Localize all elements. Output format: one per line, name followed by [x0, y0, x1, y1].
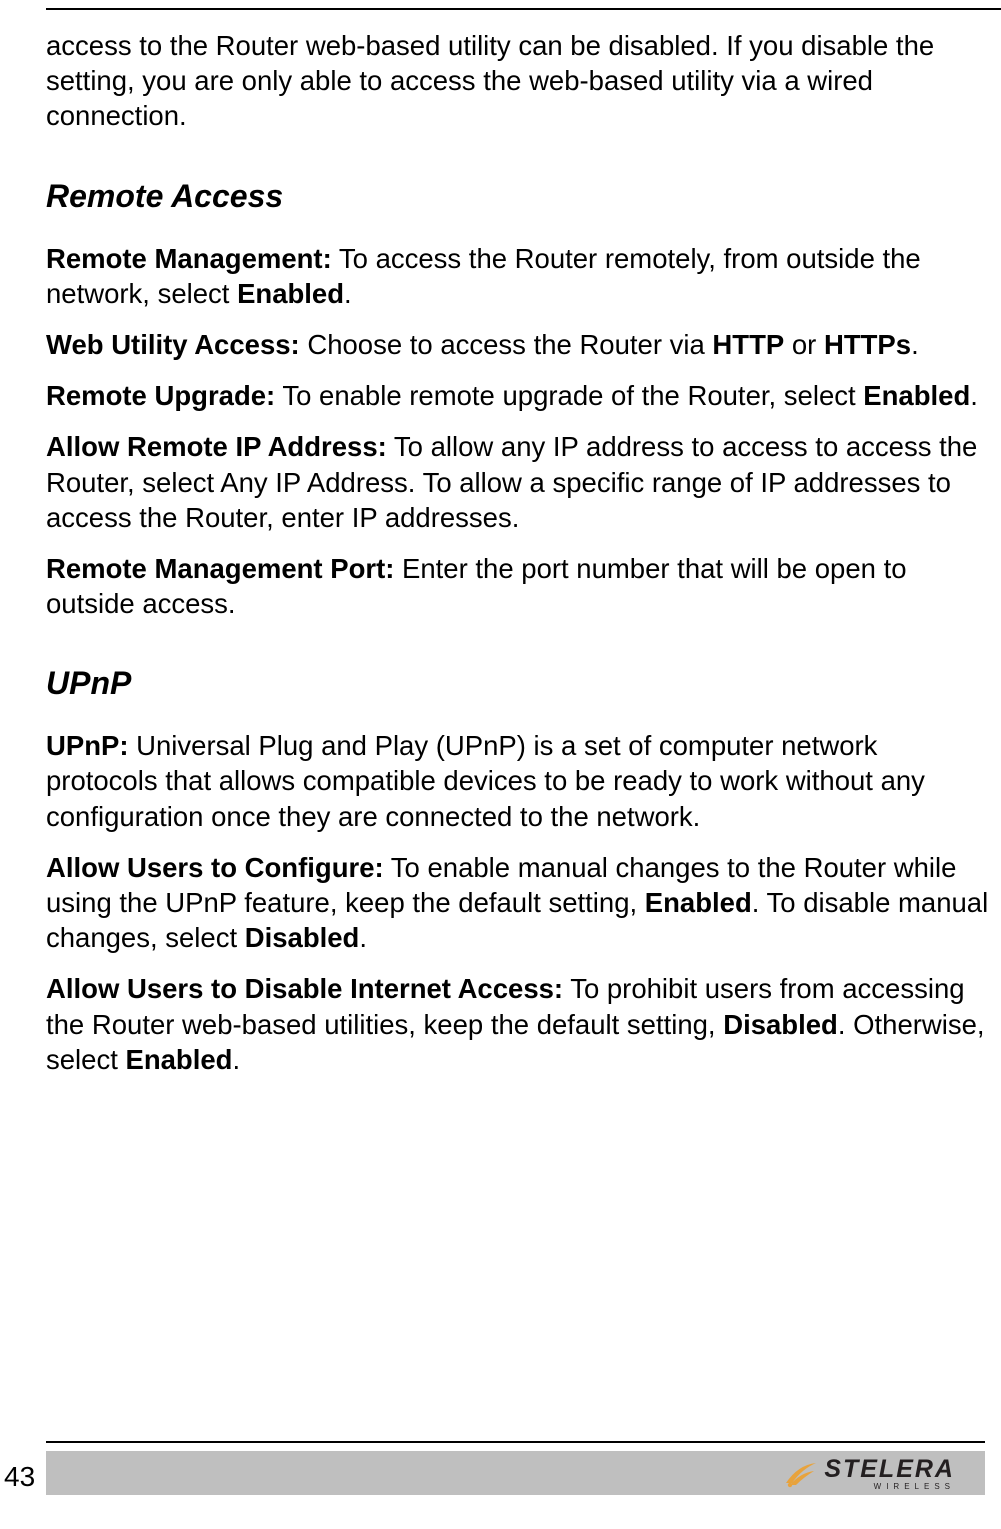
brand-name: STELERA — [824, 1457, 955, 1482]
mid: or — [784, 329, 824, 360]
footer-rule — [46, 1441, 985, 1443]
footer-bar: STELERA WIRELESS — [46, 1451, 985, 1495]
value: Enabled — [237, 278, 344, 309]
tail: . — [970, 380, 978, 411]
value2: HTTPs — [824, 329, 911, 360]
footer: STELERA WIRELESS 43 — [0, 1441, 1001, 1485]
label: Allow Users to Disable Internet Access: — [46, 973, 563, 1004]
para-web-utility-access: Web Utility Access: Choose to access the… — [46, 327, 989, 362]
para-upnp: UPnP: Universal Plug and Play (UPnP) is … — [46, 728, 989, 834]
body: Choose to access the Router via — [300, 329, 713, 360]
value: Enabled — [863, 380, 970, 411]
intro-paragraph: access to the Router web-based utility c… — [46, 28, 989, 134]
para-remote-management: Remote Management: To access the Router … — [46, 241, 989, 311]
top-rule — [46, 8, 1001, 10]
value: HTTP — [712, 329, 784, 360]
label: Allow Remote IP Address: — [46, 431, 387, 462]
value: Disabled — [723, 1009, 838, 1040]
tail: . — [359, 922, 367, 953]
heading-remote-access: Remote Access — [46, 178, 989, 215]
page-number: 43 — [4, 1461, 35, 1493]
label: Allow Users to Configure: — [46, 852, 384, 883]
content-area: access to the Router web-based utility c… — [46, 28, 989, 1093]
label: Remote Management: — [46, 243, 332, 274]
tail: . — [232, 1044, 240, 1075]
para-allow-users-configure: Allow Users to Configure: To enable manu… — [46, 850, 989, 956]
brand-text: STELERA WIRELESS — [824, 1457, 955, 1491]
label: Remote Upgrade: — [46, 380, 275, 411]
para-allow-users-disable-internet: Allow Users to Disable Internet Access: … — [46, 971, 989, 1077]
para-remote-mgmt-port: Remote Management Port: Enter the port n… — [46, 551, 989, 621]
body: Universal Plug and Play (UPnP) is a set … — [46, 730, 925, 831]
label: Remote Management Port: — [46, 553, 394, 584]
body: To enable remote upgrade of the Router, … — [275, 380, 863, 411]
value: Enabled — [645, 887, 752, 918]
wireless-swoosh-icon — [784, 1459, 818, 1489]
label: Web Utility Access: — [46, 329, 300, 360]
value2: Disabled — [245, 922, 360, 953]
para-remote-upgrade: Remote Upgrade: To enable remote upgrade… — [46, 378, 989, 413]
tail: . — [344, 278, 352, 309]
heading-upnp: UPnP — [46, 665, 989, 702]
value2: Enabled — [125, 1044, 232, 1075]
label: UPnP: — [46, 730, 129, 761]
brand-subname: WIRELESS — [824, 1483, 955, 1491]
brand-logo: STELERA WIRELESS — [784, 1457, 955, 1491]
page: access to the Router web-based utility c… — [0, 0, 1001, 1529]
tail: . — [911, 329, 919, 360]
para-allow-remote-ip: Allow Remote IP Address: To allow any IP… — [46, 429, 989, 535]
